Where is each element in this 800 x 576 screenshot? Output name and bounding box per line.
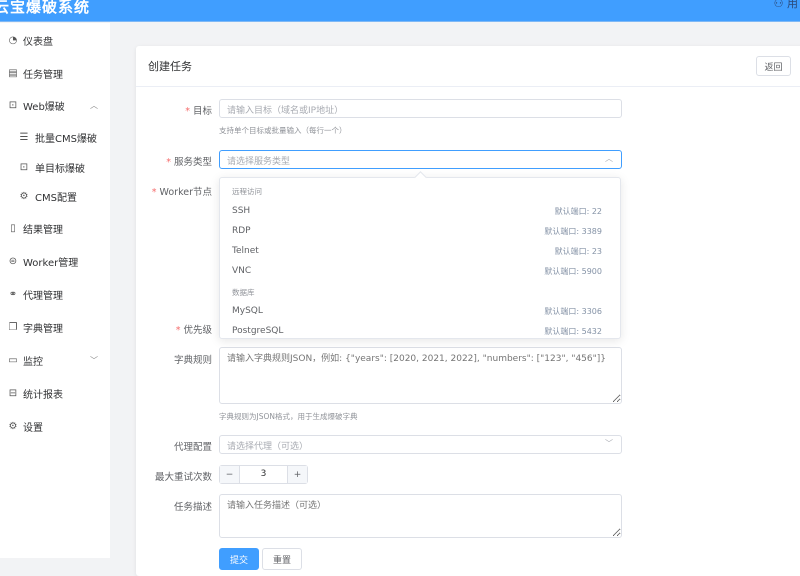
page-title: 创建任务 — [148, 60, 192, 73]
worker-icon: ⊜ — [8, 255, 18, 267]
dict-textarea[interactable] — [219, 347, 622, 404]
retry-label: 最大重试次数 — [154, 472, 212, 483]
target-input[interactable]: 请输入目标（域名或IP地址） — [219, 99, 622, 118]
user-icon: ⚇ — [773, 0, 784, 10]
sidebar-item-reports[interactable]: ⊟ 统计报表 — [0, 383, 110, 403]
submit-button[interactable]: 提交 — [219, 548, 260, 570]
target-help: 支持单个目标或批量输入（每行一个） — [219, 126, 347, 135]
sidebar-item-cms-config[interactable]: ⚙ CMS配置 — [0, 186, 110, 206]
target-label: * 目标 — [185, 106, 212, 117]
group-database: 数据库 — [232, 288, 255, 297]
clipboard-icon: ▤ — [8, 67, 18, 79]
service-select[interactable]: 请选择服务类型 ︿ — [219, 150, 622, 169]
sidebar-item-dashboard[interactable]: ◔ 仪表盘 — [0, 30, 110, 50]
option-telnet[interactable]: Telnet 默认端口: 23 — [220, 241, 620, 261]
increment-button[interactable]: + — [288, 466, 307, 483]
app-header: 云宝爆破系统 ⚇ 用 — [0, 0, 800, 22]
sidebar-item-workers[interactable]: ⊜ Worker管理 — [0, 251, 110, 271]
lock-icon: ⊡ — [8, 99, 18, 111]
sidebar-item-web[interactable]: ⊡ Web爆破 ︿ — [0, 95, 110, 115]
option-vnc[interactable]: VNC 默认端口: 5900 — [220, 261, 620, 281]
option-rdp[interactable]: RDP 默认端口: 3389 — [220, 221, 620, 241]
sidebar-item-monitor[interactable]: ▭ 监控 ﹀ — [0, 350, 110, 370]
chart-icon: ⊟ — [8, 387, 18, 399]
gear-icon: ⚙ — [19, 190, 29, 202]
decrement-button[interactable]: − — [220, 466, 239, 483]
chevron-up-icon: ︿ — [90, 100, 98, 110]
retry-value[interactable]: 3 — [239, 466, 288, 483]
dashboard-icon: ◔ — [8, 34, 18, 46]
chevron-down-icon: ﹀ — [90, 355, 98, 365]
sidebar-item-batch-cms[interactable]: ☰ 批量CMS爆破 — [0, 127, 110, 147]
sidebar: ◔ 仪表盘 ▤ 任务管理 ⊡ Web爆破 ︿ ☰ 批量CMS爆破 ⊡ 单目标爆破 ⚙ CMS配… — [0, 23, 110, 558]
monitor-icon: ▭ — [8, 354, 18, 366]
group-remote: 远程访问 — [232, 187, 262, 196]
user-menu[interactable]: ⚇ 用 — [774, 0, 798, 11]
proxy-select[interactable]: 请选择代理（可选） ﹀ — [219, 435, 622, 454]
unlock-icon: ⊡ — [19, 161, 29, 173]
service-dropdown: 远程访问 SSH 默认端口: 22 RDP 默认端口: 3389 Telnet 默认端… — [219, 177, 621, 339]
option-ssh[interactable]: SSH 默认端口: 22 — [220, 201, 620, 221]
back-button[interactable]: 返回 — [756, 56, 791, 76]
copy-icon: ❐ — [8, 321, 18, 333]
sidebar-item-settings[interactable]: ⚙ 设置 — [0, 416, 110, 436]
chevron-up-icon: ︿ — [605, 154, 613, 163]
document-icon: ▯ — [10, 222, 16, 234]
sidebar-item-single-target[interactable]: ⊡ 单目标爆破 — [0, 157, 110, 177]
service-label: * 服务类型 — [166, 157, 212, 168]
sidebar-item-dict[interactable]: ❐ 字典管理 — [0, 317, 110, 337]
app-title: 云宝爆破系统 — [0, 0, 91, 16]
option-postgresql[interactable]: PostgreSQL 默认端口: 5432 — [220, 321, 620, 341]
worker-label: * Worker节点 — [151, 187, 212, 198]
desc-label: 任务描述 — [173, 502, 212, 513]
reset-button[interactable]: 重置 — [262, 548, 303, 570]
sliders-icon: ☰ — [19, 131, 29, 143]
dict-label: 字典规则 — [173, 355, 212, 366]
retry-stepper: − 3 + — [219, 465, 308, 484]
chevron-down-icon: ﹀ — [605, 439, 613, 448]
link-icon: ⚭ — [8, 288, 18, 300]
settings-icon: ⚙ — [8, 420, 18, 432]
sidebar-item-tasks[interactable]: ▤ 任务管理 — [0, 63, 110, 83]
priority-label: * 优先级 — [175, 325, 212, 336]
sidebar-item-results[interactable]: ▯ 结果管理 — [0, 218, 110, 238]
sidebar-item-proxy[interactable]: ⚭ 代理管理 — [0, 284, 110, 304]
dict-help: 字典规则为JSON格式，用于生成爆破字典 — [219, 412, 358, 421]
proxy-label: 代理配置 — [173, 442, 212, 453]
desc-textarea[interactable] — [219, 494, 622, 538]
option-mysql[interactable]: MySQL 默认端口: 3306 — [220, 301, 620, 321]
